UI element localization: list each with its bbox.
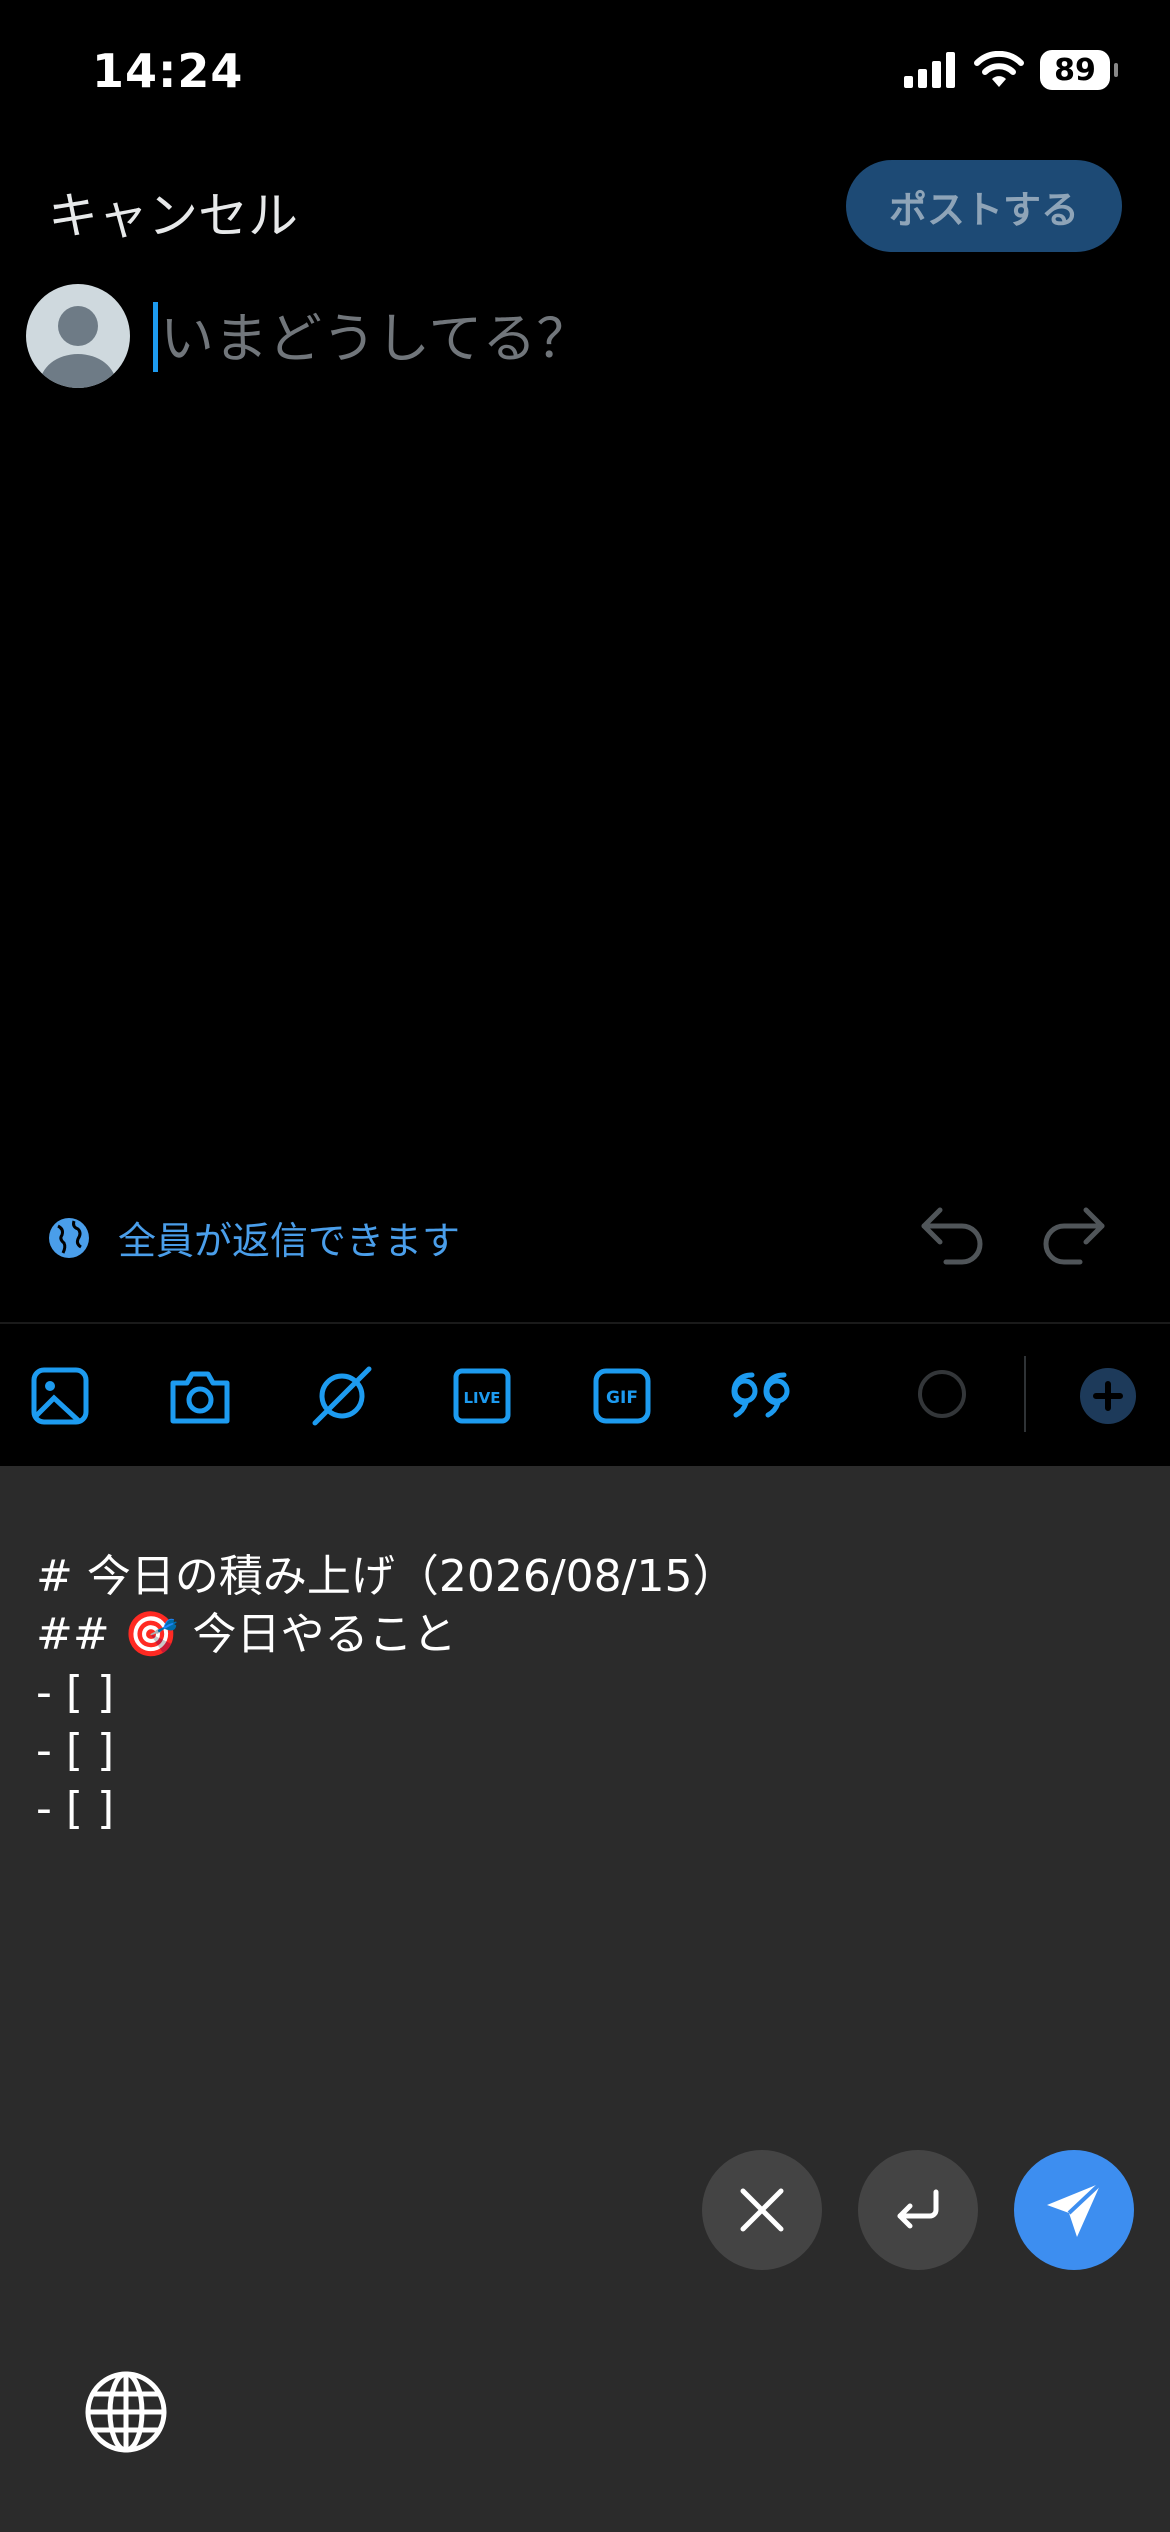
toolbar-divider: [0, 1322, 1170, 1324]
gif-button[interactable]: GIF: [586, 1360, 658, 1432]
image-button[interactable]: [24, 1360, 96, 1432]
return-button[interactable]: [858, 2150, 978, 2270]
compose-input[interactable]: [160, 298, 1060, 378]
undo-button[interactable]: [918, 1204, 988, 1270]
add-post-button[interactable]: [1080, 1368, 1136, 1424]
return-icon: [897, 2189, 939, 2229]
text-caret: [153, 302, 158, 372]
template-line: # 今日の積み上げ（2026/08/15）: [36, 1551, 737, 1602]
send-icon: [1047, 2181, 1103, 2237]
status-icons: 89: [904, 50, 1118, 90]
live-label: LIVE: [464, 1389, 501, 1407]
avatar[interactable]: [26, 284, 130, 388]
camera-button[interactable]: [164, 1360, 236, 1432]
redo-icon: [1043, 1207, 1105, 1265]
gif-label: GIF: [606, 1388, 638, 1408]
wifi-icon: [974, 51, 1024, 87]
signal-icon: [904, 52, 955, 88]
battery-indicator: 89: [1040, 50, 1118, 90]
close-icon: [740, 2188, 784, 2232]
live-icon: LIVE: [453, 1368, 511, 1424]
template-text[interactable]: # 今日の積み上げ（2026/08/15） ## 🎯 今日やること - [ ] …: [36, 1548, 736, 1838]
gif-icon: GIF: [593, 1368, 651, 1424]
character-count-ring: [918, 1370, 966, 1418]
reply-setting-label: 全員が返信できます: [118, 1219, 461, 1263]
grok-button[interactable]: [306, 1360, 378, 1432]
status-time: 14:24: [92, 44, 244, 98]
close-button[interactable]: [702, 2150, 822, 2270]
default-avatar-icon: [40, 306, 116, 388]
template-line: - [ ]: [36, 1783, 115, 1834]
quote-icon: [731, 1372, 790, 1418]
template-line: - [ ]: [36, 1725, 115, 1776]
cancel-button[interactable]: キャンセル: [48, 176, 298, 248]
template-line: ## 🎯 今日やること: [36, 1609, 457, 1660]
quote-button[interactable]: [724, 1360, 796, 1432]
undo-icon: [921, 1207, 983, 1265]
live-button[interactable]: LIVE: [446, 1360, 518, 1432]
image-icon: [31, 1367, 89, 1425]
globe-icon: [49, 1217, 89, 1258]
reply-setting[interactable]: 全員が返信できます: [48, 1210, 460, 1265]
redo-button[interactable]: [1038, 1204, 1108, 1270]
grok-icon: [312, 1366, 372, 1426]
camera-icon: [170, 1371, 230, 1424]
send-button[interactable]: [1014, 2150, 1134, 2270]
plus-icon: [1093, 1381, 1123, 1411]
globe-icon: [85, 2371, 167, 2453]
template-line: - [ ]: [36, 1667, 115, 1718]
toolbar-separator: [1024, 1356, 1026, 1432]
post-button[interactable]: ポストする: [846, 160, 1122, 252]
battery-level: 89: [1054, 52, 1096, 88]
keyboard-language-button[interactable]: [84, 2370, 168, 2458]
